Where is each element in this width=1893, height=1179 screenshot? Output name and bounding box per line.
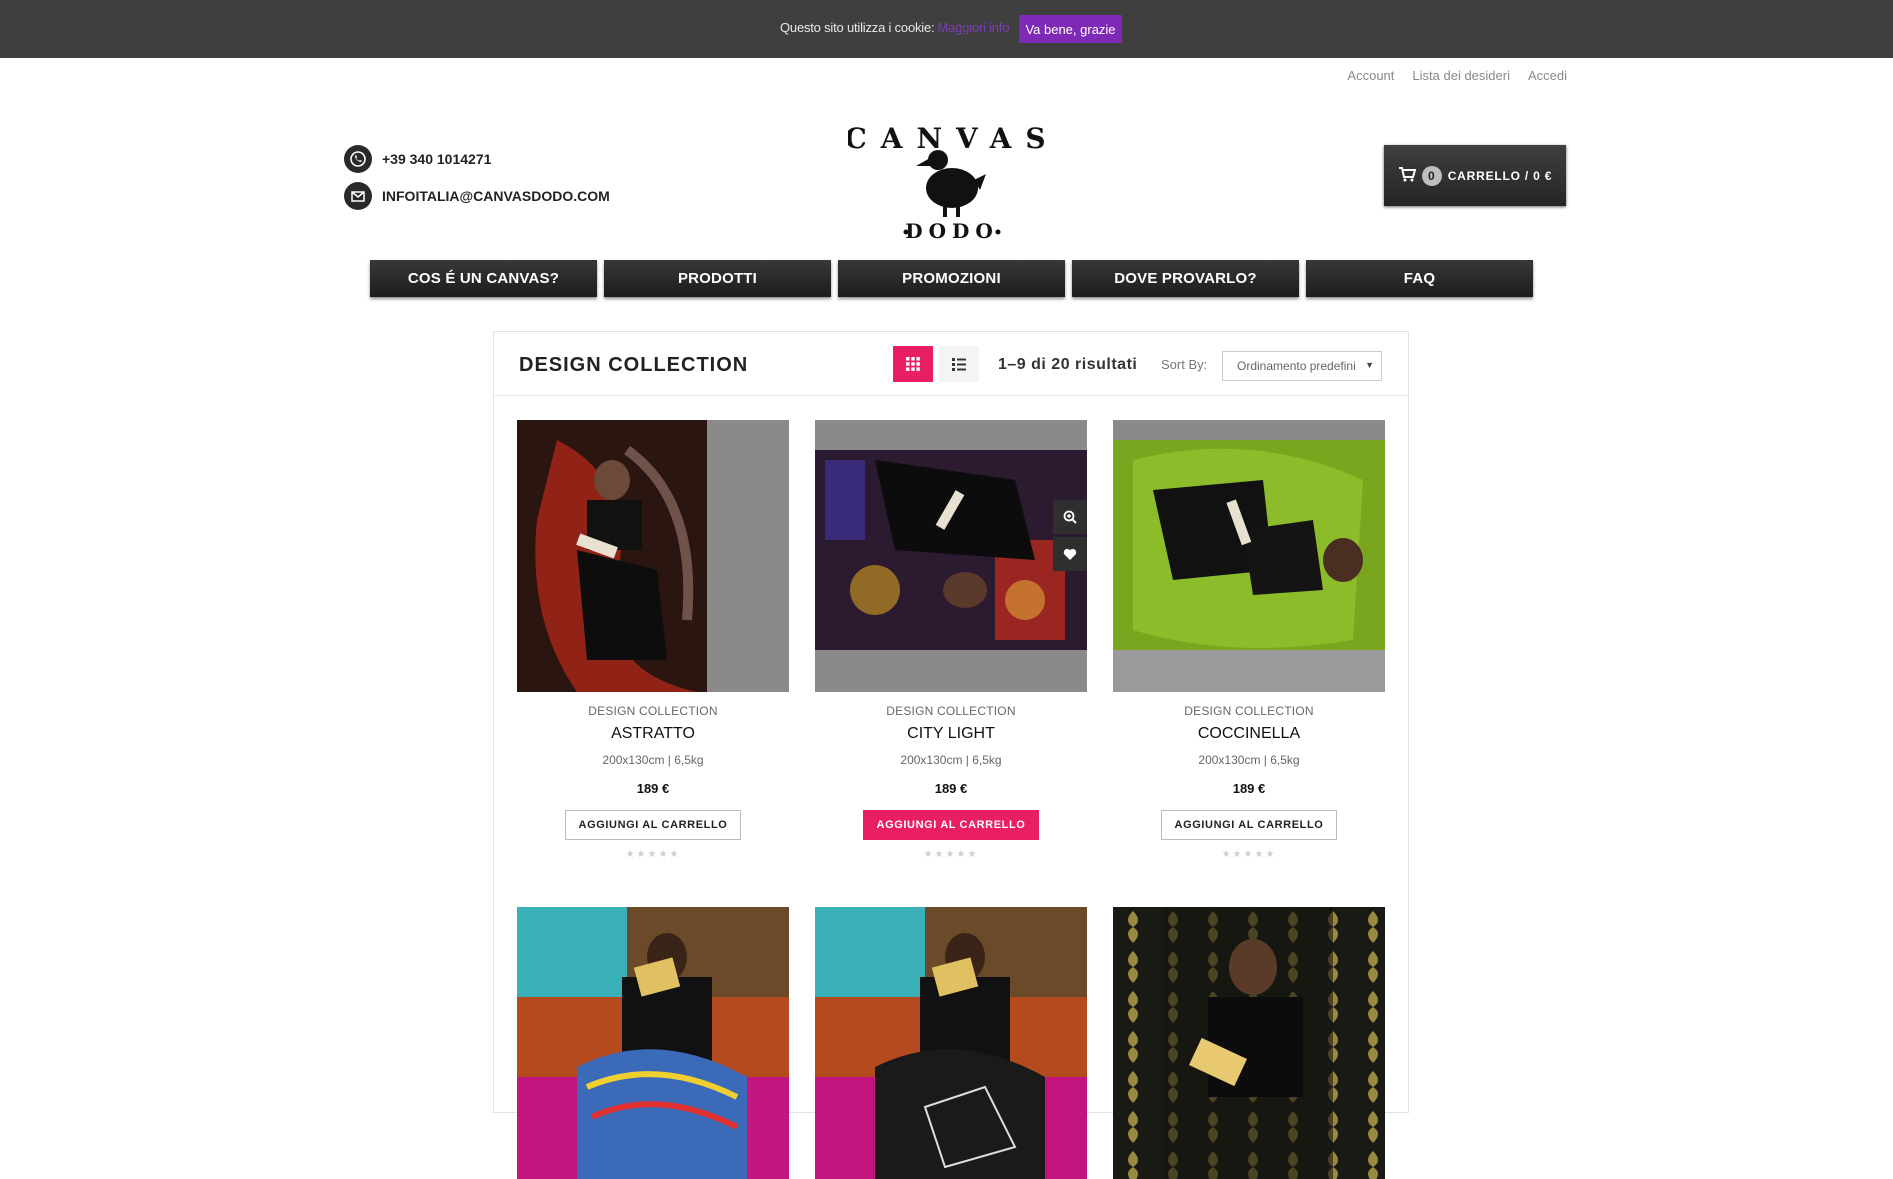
nav-item-products[interactable]: PRODOTTI [604,260,831,297]
listing-header: DESIGN COLLECTION 1–9 di 20 risultati So… [494,332,1408,396]
nav-item-canvas[interactable]: COS É UN CANVAS? [370,260,597,297]
cart-button[interactable]: 0 CARRELLO / 0 € [1384,145,1566,206]
product-image[interactable] [1113,420,1385,692]
account-link[interactable]: Account [1347,68,1394,83]
product-card [517,907,789,1179]
cookie-info-link[interactable]: Maggiori info [937,20,1009,35]
product-image[interactable] [1113,907,1385,1179]
dodo-bird-icon [916,150,986,217]
add-to-cart-button[interactable]: AGGIUNGI AL CARRELLO [1160,810,1338,840]
wishlist-link[interactable]: Lista dei desideri [1412,68,1510,83]
rating-stars: ★★★★★ [923,849,979,860]
product-image[interactable] [815,420,1087,692]
list-view-button[interactable] [939,346,979,382]
main-nav: COS É UN CANVAS? PRODOTTI PROMOZIONI DOV… [370,260,1533,297]
cart-count-badge: 0 [1421,165,1442,186]
list-icon [952,358,966,371]
product-hover-actions [1053,500,1087,574]
heart-icon[interactable] [1053,537,1087,571]
result-count: 1–9 di 20 risultati [998,356,1138,373]
nav-item-promotions[interactable]: PROMOZIONI [838,260,1065,297]
account-links: Account Lista dei desideri Accedi [1347,68,1567,83]
grid-view-button[interactable] [893,346,933,382]
product-name[interactable]: ASTRATTO [517,725,789,743]
email-contact[interactable]: INFOITALIA@CANVASDODO.COM [344,182,610,210]
phone-contact[interactable]: +39 340 1014271 [344,145,491,173]
product-category[interactable]: DESIGN COLLECTION [517,704,789,718]
product-price: 189 € [1232,781,1266,796]
nav-item-where[interactable]: DOVE PROVARLO? [1072,260,1299,297]
rating-stars: ★★★★★ [1221,849,1277,860]
product-image[interactable] [815,907,1087,1179]
phone-number: +39 340 1014271 [382,151,492,167]
add-to-cart-button[interactable]: AGGIUNGI AL CARRELLO [564,810,742,840]
product-price: 189 € [636,781,670,796]
product-card [815,907,1087,1179]
cart-icon [1398,166,1417,185]
product-category[interactable]: DESIGN COLLECTION [815,704,1087,718]
cookie-text: Questo sito utilizza i cookie: Maggiori i… [780,20,1009,35]
product-listing: DESIGN COLLECTION 1–9 di 20 risultati So… [493,331,1409,1179]
product-card: DESIGN COLLECTION ASTRATTO 200x130cm | 6… [517,420,789,860]
sort-select[interactable]: Ordinamento predefinito ▼ [1222,351,1382,381]
add-to-cart-button[interactable]: AGGIUNGI AL CARRELLO [862,810,1040,840]
cookie-bar: Questo sito utilizza i cookie: Maggiori i… [0,0,1893,58]
canvas-dodo-logo[interactable]: CANVAS DODO [844,108,1056,248]
logo-text-bottom: DODO [905,219,999,243]
product-card: DESIGN COLLECTION COCCINELLA 200x130cm |… [1113,420,1385,860]
mail-icon [344,182,372,210]
product-size: 200x130cm | 6,5kg [602,753,704,767]
product-image[interactable] [517,907,789,1179]
product-size: 200x130cm | 6,5kg [1198,753,1300,767]
cart-label: CARRELLO / 0 € [1447,168,1553,183]
cookie-accept-button[interactable]: Va bene, grazie [1019,15,1122,43]
logo-text-top: CANVAS [848,122,1056,155]
email-address: INFOITALIA@CANVASDODO.COM [382,188,610,204]
grid-icon [906,357,920,371]
product-image[interactable] [517,420,789,692]
cookie-message: Questo sito utilizza i cookie: [780,20,935,35]
sort-value: Ordinamento predefinito [1237,359,1355,373]
page-title: DESIGN COLLECTION [519,354,749,376]
rating-stars: ★★★★★ [625,849,681,860]
product-category[interactable]: DESIGN COLLECTION [1113,704,1385,718]
whatsapp-icon [344,145,372,173]
product-name[interactable]: CITY LIGHT [815,725,1087,743]
sort-label: Sort By: [1161,357,1208,372]
product-size: 200x130cm | 6,5kg [900,753,1002,767]
chevron-down-icon: ▼ [1365,360,1374,370]
zoom-icon[interactable] [1053,500,1087,534]
product-price: 189 € [934,781,968,796]
product-card: DESIGN COLLECTION CITY LIGHT 200x130cm |… [815,420,1087,860]
product-name[interactable]: COCCINELLA [1113,725,1385,743]
nav-item-faq[interactable]: FAQ [1306,260,1533,297]
product-card [1113,907,1385,1179]
login-link[interactable]: Accedi [1528,68,1567,83]
